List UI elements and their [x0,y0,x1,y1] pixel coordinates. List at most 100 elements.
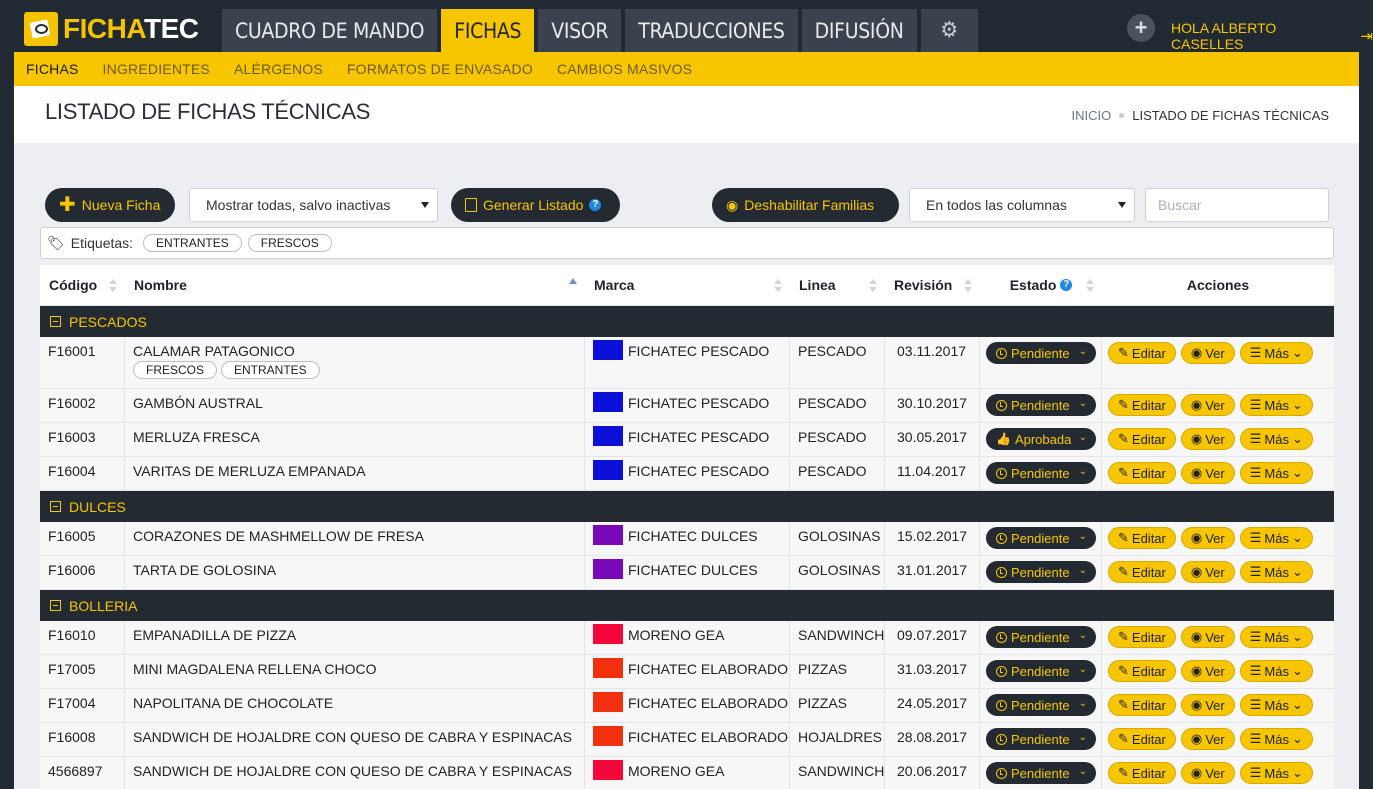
add-plus-icon[interactable]: + [1127,14,1155,42]
status-dropdown[interactable]: Pendiente ⌄ [986,694,1096,716]
tag-frescos[interactable]: FRESCOS [247,234,332,252]
edit-button[interactable]: ✎ Editar [1108,394,1176,416]
sign-out-icon[interactable]: ⇥ [1360,27,1373,45]
more-button[interactable]: ☰ Más ⌄ [1239,626,1313,648]
group-header-dulces[interactable]: DULCES [40,491,1334,522]
generate-listing-button[interactable]: Generar Listado ? [451,188,620,222]
table-row[interactable]: F16010 EMPANADILLA DE PIZZA MORENO GEA SAND… [40,621,1334,655]
column-revision[interactable]: Revisión [885,265,980,305]
tab-visor[interactable]: VISOR [538,9,622,52]
edit-button[interactable]: ✎ Editar [1108,428,1176,450]
table-row[interactable]: F16004 VARITAS DE MERLUZA EMPANADA FICHATE… [40,457,1334,491]
status-dropdown[interactable]: Pendiente ⌄ [986,626,1096,648]
visibility-filter-select[interactable]: Mostrar todas, salvo inactivas [189,188,438,222]
more-button[interactable]: ☰ Más ⌄ [1239,428,1313,450]
column-linea[interactable]: Linea [790,265,885,305]
subnav-cambios-masivos[interactable]: CAMBIOS MASIVOS [545,52,704,86]
disable-families-button[interactable]: ◉ Deshabilitar Familias [712,188,899,222]
group-header-pescados[interactable]: PESCADOS [40,306,1334,337]
view-button[interactable]: ◉ Ver [1180,728,1235,750]
edit-button[interactable]: ✎ Editar [1108,626,1176,648]
subnav-formatos-de-envasado[interactable]: FORMATOS DE ENVASADO [335,52,545,86]
item-tag[interactable]: ENTRANTES [221,361,320,379]
view-button[interactable]: ◉ Ver [1180,527,1235,549]
table-row[interactable]: F17005 MINI MAGDALENA RELLENA CHOCO FICHAT… [40,655,1334,689]
more-button[interactable]: ☰ Más ⌄ [1239,342,1313,364]
chevron-down-icon: ⌄ [1078,398,1087,409]
more-button[interactable]: ☰ Más ⌄ [1239,694,1313,716]
more-button[interactable]: ☰ Más ⌄ [1239,394,1313,416]
collapse-minus-icon[interactable] [50,600,61,611]
fichatec-logo[interactable]: FICHATEC [24,12,199,46]
table-row[interactable]: F17004 NAPOLITANA DE CHOCOLATE FICHATEC EL… [40,689,1334,723]
view-button[interactable]: ◉ Ver [1180,394,1235,416]
brand-color-swatch [593,392,623,413]
table-row[interactable]: F16008 SANDWICH DE HOJALDRE CON QUESO DE … [40,723,1334,757]
subnav-alergenos[interactable]: ALÉRGENOS [222,52,335,86]
edit-button[interactable]: ✎ Editar [1108,561,1176,583]
tab-difusion[interactable]: DIFUSIÓN [801,9,917,52]
view-button[interactable]: ◉ Ver [1180,561,1235,583]
search-input[interactable]: Buscar [1145,188,1329,222]
view-button[interactable]: ◉ Ver [1180,462,1235,484]
status-dropdown[interactable]: Pendiente ⌄ [986,394,1096,416]
item-tag[interactable]: FRESCOS [133,361,218,379]
view-button[interactable]: ◉ Ver [1180,660,1235,682]
view-button[interactable]: ◉ Ver [1180,342,1235,364]
column-nombre[interactable]: Nombre [125,265,585,305]
column-codigo[interactable]: Código [40,265,125,305]
status-dropdown[interactable]: Pendiente ⌄ [986,462,1096,484]
view-button[interactable]: ◉ Ver [1180,626,1235,648]
table-row[interactable]: F16005 CORAZONES DE MASHMELLOW DE FRESA FI… [40,522,1334,556]
help-icon[interactable]: ? [1060,279,1073,291]
tab-fichas[interactable]: FICHAS [441,9,535,52]
user-greeting[interactable]: HOLA ALBERTO CASELLES ⇥ [1171,20,1373,52]
tag-entrantes[interactable]: ENTRANTES [143,234,242,252]
view-button[interactable]: ◉ Ver [1180,694,1235,716]
status-dropdown[interactable]: Pendiente ⌄ [986,527,1096,549]
edit-button[interactable]: ✎ Editar [1108,694,1176,716]
help-icon[interactable]: ? [589,199,602,211]
table-row[interactable]: F16001 CALAMAR PATAGONICO FRESCOS ENTRANTES… [40,337,1334,389]
column-marca[interactable]: Marca [585,265,790,305]
search-columns-select[interactable]: En todos las columnas [909,188,1135,222]
more-button[interactable]: ☰ Más ⌄ [1239,728,1313,750]
edit-button[interactable]: ✎ Editar [1108,762,1176,784]
edit-button[interactable]: ✎ Editar [1108,728,1176,750]
subnav-ingredientes[interactable]: INGREDIENTES [91,52,222,86]
collapse-minus-icon[interactable] [50,316,61,327]
column-estado[interactable]: Estado ? [980,265,1102,305]
collapse-minus-icon[interactable] [50,501,61,512]
status-dropdown[interactable]: 👍 Aprobada ⌄ [986,428,1096,450]
status-dropdown[interactable]: Pendiente ⌄ [986,561,1096,583]
tab-cuadro-de-mando[interactable]: CUADRO DE MANDO [222,9,438,52]
status-dropdown[interactable]: Pendiente ⌄ [986,728,1096,750]
view-button[interactable]: ◉ Ver [1180,762,1235,784]
group-header-bolleria[interactable]: BOLLERIA [40,590,1334,621]
tab-traducciones[interactable]: TRADUCCIONES [625,9,798,52]
cell-code: F16003 [40,423,125,456]
more-button[interactable]: ☰ Más ⌄ [1239,561,1313,583]
table-row[interactable]: F16003 MERLUZA FRESCA FICHATEC PESCADO PESC… [40,423,1334,457]
edit-button[interactable]: ✎ Editar [1108,342,1176,364]
new-ficha-button[interactable]: ✚ Nueva Ficha [45,188,175,222]
table-row[interactable]: 4566897 SANDWICH DE HOJALDRE CON QUESO DE… [40,757,1334,789]
status-dropdown[interactable]: Pendiente ⌄ [986,762,1096,784]
edit-button[interactable]: ✎ Editar [1108,527,1176,549]
edit-button[interactable]: ✎ Editar [1108,660,1176,682]
breadcrumb-home[interactable]: INICIO [1072,108,1112,123]
view-button[interactable]: ◉ Ver [1180,428,1235,450]
table-row[interactable]: F16006 TARTA DE GOLOSINA FICHATEC DULCES GO… [40,556,1334,590]
settings-gear-icon[interactable]: ⚙ [920,9,978,52]
pencil-icon: ✎ [1118,345,1129,360]
edit-button[interactable]: ✎ Editar [1108,462,1176,484]
more-button[interactable]: ☰ Más ⌄ [1239,762,1313,784]
more-button[interactable]: ☰ Más ⌄ [1239,660,1313,682]
subnav-fichas[interactable]: FICHAS [14,52,91,86]
edit-label: Editar [1131,530,1166,546]
more-button[interactable]: ☰ Más ⌄ [1239,462,1313,484]
status-dropdown[interactable]: Pendiente ⌄ [986,342,1096,364]
more-button[interactable]: ☰ Más ⌄ [1239,527,1313,549]
status-dropdown[interactable]: Pendiente ⌄ [986,660,1096,682]
table-row[interactable]: F16002 GAMBÓN AUSTRAL FICHATEC PESCADO PESC… [40,389,1334,423]
